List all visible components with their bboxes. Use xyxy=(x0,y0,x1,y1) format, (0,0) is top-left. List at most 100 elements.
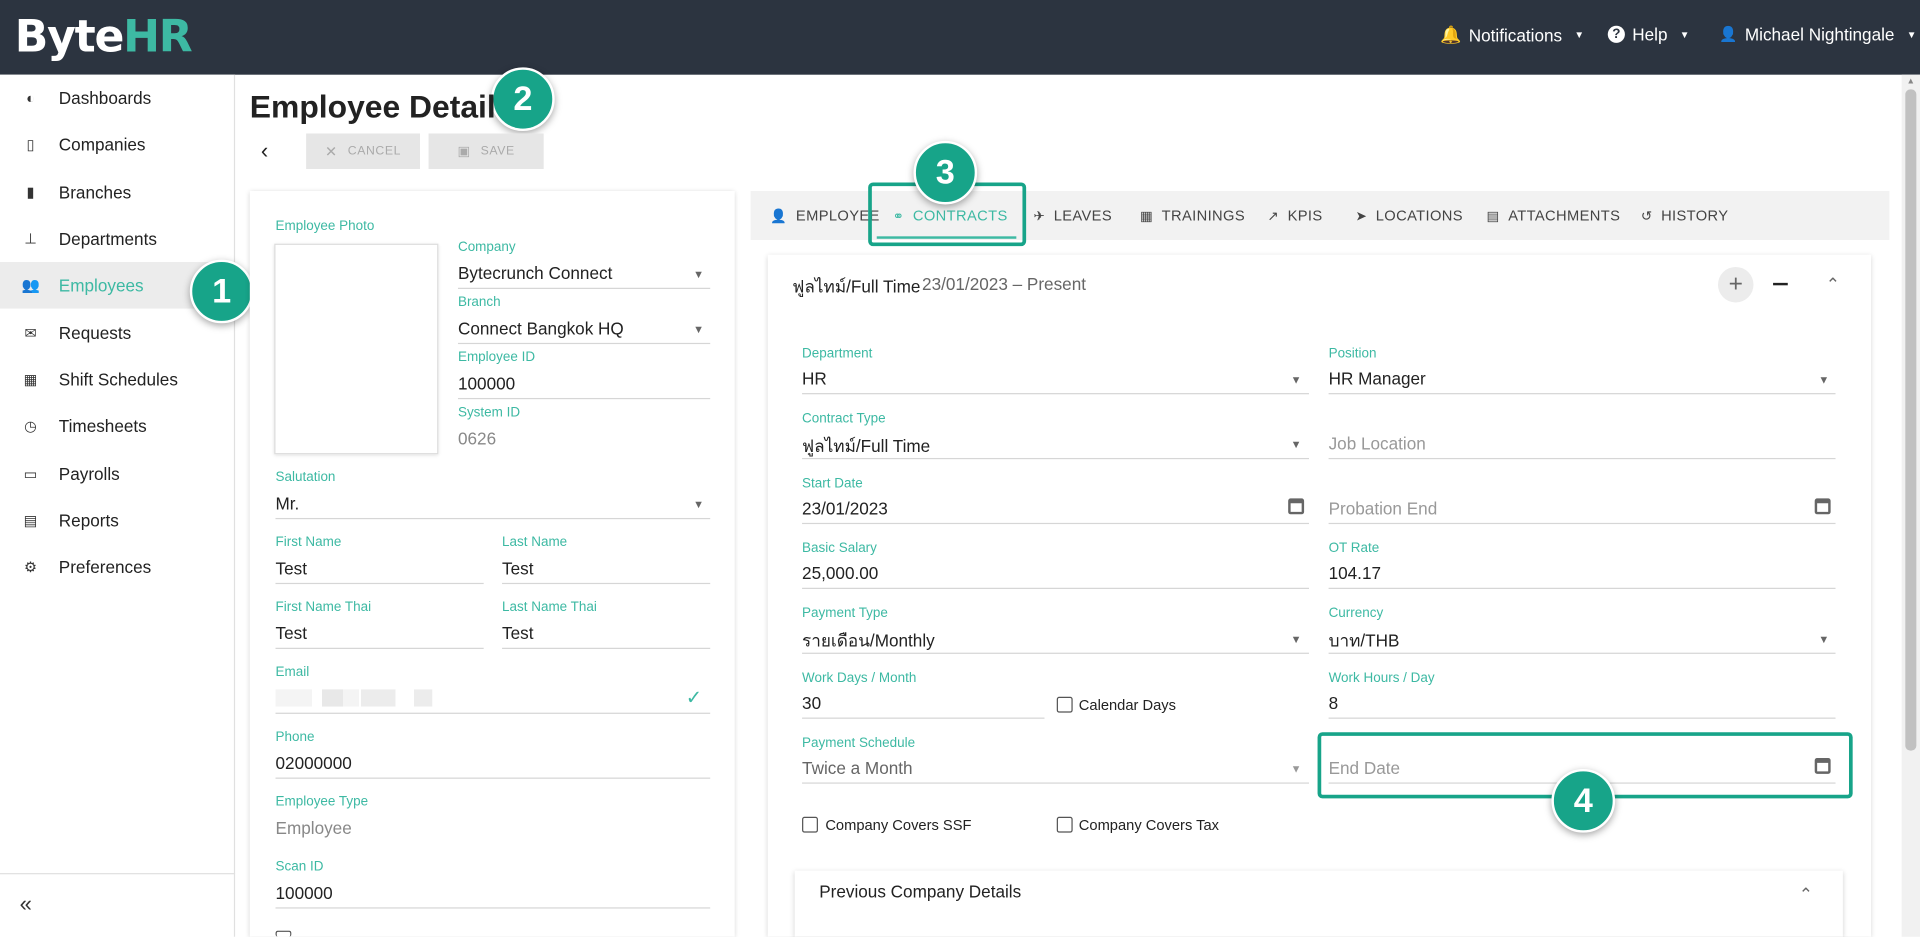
tab-employee[interactable]: 👤 EMPLOYEE xyxy=(770,191,880,240)
last-name-field[interactable]: Test xyxy=(502,558,533,578)
add-contract-button[interactable]: + xyxy=(1717,266,1754,303)
notifications-menu[interactable]: 🔔 Notifications ▼ xyxy=(1440,24,1584,45)
gears-icon: ⚙ xyxy=(24,558,38,576)
sidebar-item-payrolls[interactable]: ▭ Payrolls xyxy=(0,451,235,498)
save-button[interactable]: ▣ SAVE xyxy=(428,133,544,169)
remove-contract-icon[interactable] xyxy=(1773,282,1788,286)
employee-type-label: Employee Type xyxy=(275,794,369,810)
contract-card xyxy=(767,254,1872,937)
calendar-icon[interactable] xyxy=(1288,498,1305,515)
employee-id-label: Employee ID xyxy=(457,350,536,365)
cancel-button[interactable]: ✕ CANCEL xyxy=(306,133,421,169)
back-chevron-icon[interactable]: ‹ xyxy=(261,138,268,164)
phone-field[interactable]: 02000000 xyxy=(276,753,352,773)
company-covers-tax-checkbox[interactable] xyxy=(1056,816,1073,833)
caret-down-icon: ▼ xyxy=(1818,373,1830,386)
last-name-thai-field[interactable]: Test xyxy=(502,623,533,643)
first-name-thai-field[interactable]: Test xyxy=(276,623,307,643)
user-menu[interactable]: 👤 Michael Nightingale ▼ xyxy=(1719,24,1916,44)
caret-down-icon: ▼ xyxy=(1818,633,1830,646)
ot-rate-label: OT Rate xyxy=(1328,541,1380,556)
sidebar-item-reports[interactable]: ▤ Reports xyxy=(0,497,235,544)
sidebar-item-requests[interactable]: ✉ Requests xyxy=(0,310,235,357)
sidebar-item-companies[interactable]: ▯ Companies xyxy=(0,121,235,168)
payment-schedule-select[interactable]: Twice a Month xyxy=(802,758,913,778)
basic-salary-field[interactable]: 25,000.00 xyxy=(802,563,878,583)
payment-type-label: Payment Type xyxy=(802,606,888,621)
scroll-up-arrow-icon[interactable]: ▲ xyxy=(1907,77,1915,86)
ot-rate-field[interactable]: 104.17 xyxy=(1329,563,1381,583)
sidebar-item-shift-schedules[interactable]: ▦ Shift Schedules xyxy=(0,356,235,403)
phone-label: Phone xyxy=(275,729,315,745)
file-icon: ▤ xyxy=(1486,208,1500,224)
first-name-field[interactable]: Test xyxy=(276,558,307,578)
sidebar-item-dashboards[interactable]: ◐ Dashboards xyxy=(0,75,235,122)
caret-down-icon: ▼ xyxy=(1290,633,1302,646)
sidebar: ◐ Dashboards ▯ Companies ▮ Branches ⊥ Depart… xyxy=(0,74,236,937)
start-date-field[interactable]: 23/01/2023 xyxy=(802,498,888,518)
sidebar-item-timesheets[interactable]: ◷ Timesheets xyxy=(0,403,235,450)
work-hours-field[interactable]: 8 xyxy=(1329,693,1339,713)
page-scrollbar[interactable]: ▲ xyxy=(1901,74,1920,937)
position-label: Position xyxy=(1328,346,1377,362)
payment-type-select[interactable]: รายเดือน/Monthly xyxy=(802,628,935,655)
contract-type-label: Contract Type xyxy=(802,411,886,427)
tab-trainings[interactable]: ▦ TRAININGS xyxy=(1140,191,1245,240)
tab-attachments[interactable]: ▤ ATTACHMENTS xyxy=(1487,191,1621,240)
floppy-disk-icon: ▣ xyxy=(457,144,471,160)
tab-kpis[interactable]: ↗ KPIS xyxy=(1267,191,1322,240)
pdf-icon: ▤ xyxy=(23,511,38,529)
history-icon: ↺ xyxy=(1640,208,1653,224)
tab-locations[interactable]: ➤ LOCATIONS xyxy=(1356,191,1463,240)
sidebar-item-preferences[interactable]: ⚙ Preferences xyxy=(0,544,235,591)
position-select[interactable]: HR Manager xyxy=(1329,369,1426,389)
currency-select[interactable]: บาท/THB xyxy=(1329,628,1400,655)
company-covers-ssf-checkbox[interactable] xyxy=(802,816,818,833)
employee-photo[interactable] xyxy=(274,243,439,455)
caret-down-icon: ▼ xyxy=(693,498,704,511)
user-icon: 👤 xyxy=(770,208,788,224)
tab-leaves[interactable]: ✈ LEAVES xyxy=(1033,191,1112,240)
probation-end-input[interactable]: Probation End xyxy=(1329,498,1438,518)
bytehr-logo[interactable]: ByteHR xyxy=(15,12,193,63)
work-hours-label: Work Hours / Day xyxy=(1328,671,1435,686)
branch-select[interactable]: Connect Bangkok HQ xyxy=(458,318,624,338)
annotation-badge-2: 2 xyxy=(491,67,555,132)
first-name-label: First Name xyxy=(275,535,342,550)
department-select[interactable]: HR xyxy=(802,369,827,389)
caret-down-icon: ▼ xyxy=(1290,373,1302,386)
company-select[interactable]: Bytecrunch Connect xyxy=(458,263,612,283)
calendar-icon[interactable] xyxy=(1814,498,1831,515)
tab-history[interactable]: ↺ HISTORY xyxy=(1641,191,1729,240)
collapse-sidebar-icon[interactable]: « xyxy=(20,891,32,917)
sidebar-item-departments[interactable]: ⊥ Departments xyxy=(0,216,235,263)
scan-id-label: Scan ID xyxy=(275,859,324,875)
page-title: Employee Detail xyxy=(249,88,496,125)
email-field-redacted[interactable] xyxy=(275,689,433,707)
caret-down-icon: ▼ xyxy=(693,268,704,281)
calendar-icon: ▦ xyxy=(23,371,38,389)
sidebar-item-branches[interactable]: ▮ Branches xyxy=(0,169,235,216)
annotation-badge-3: 3 xyxy=(913,140,978,205)
job-location-input[interactable]: Job Location xyxy=(1329,433,1426,453)
last-name-thai-label: Last Name Thai xyxy=(502,600,597,615)
contract-type-select[interactable]: ฟูลไทม์/Full Time xyxy=(802,433,930,460)
scan-id-field[interactable]: 100000 xyxy=(276,883,333,903)
checkbox[interactable] xyxy=(275,930,292,937)
company-covers-ssf-label: Company Covers SSF xyxy=(825,816,972,834)
caret-down-icon: ▼ xyxy=(1574,29,1585,41)
collapse-chevron-icon[interactable]: ⌃ xyxy=(1826,274,1840,295)
company-label: Company xyxy=(457,240,516,255)
branch-building-icon: ▮ xyxy=(26,183,35,201)
org-chart-icon: ⊥ xyxy=(24,230,38,248)
previous-company-section[interactable] xyxy=(794,870,1843,937)
calendar-days-label: Calendar Days xyxy=(1078,696,1176,714)
calendar-days-checkbox[interactable] xyxy=(1056,696,1073,713)
chevron-up-icon[interactable]: ⌃ xyxy=(1799,884,1813,905)
employee-id-field[interactable]: 100000 xyxy=(458,373,515,393)
help-menu[interactable]: ? Help ▼ xyxy=(1607,24,1689,44)
scrollbar-thumb[interactable] xyxy=(1905,89,1917,751)
salutation-select[interactable]: Mr. xyxy=(276,493,300,513)
checkmark-icon: ✓ xyxy=(685,688,703,709)
work-days-field[interactable]: 30 xyxy=(802,693,821,713)
